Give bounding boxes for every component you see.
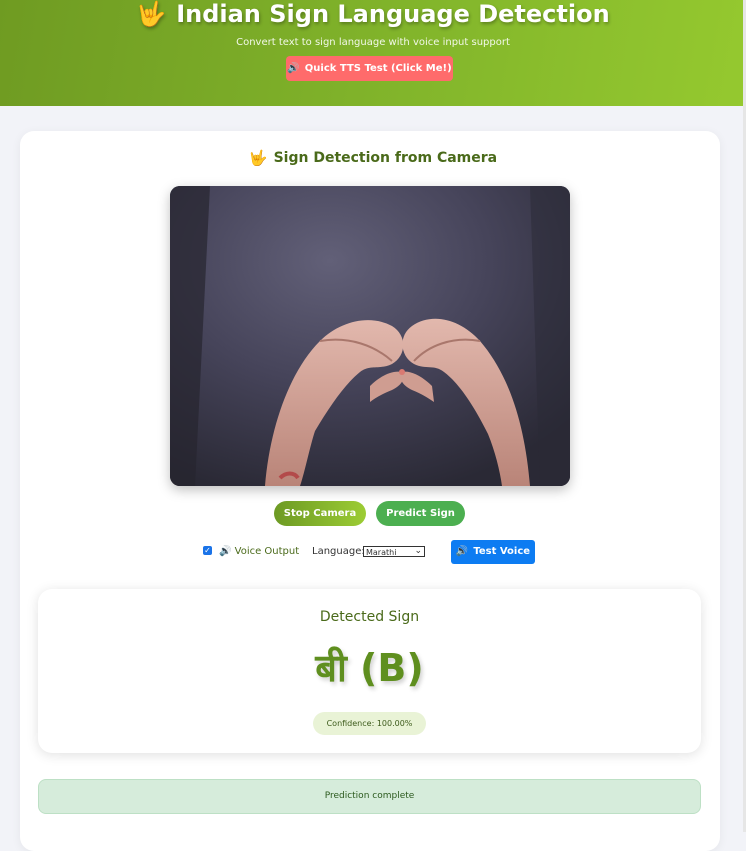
test-voice-button[interactable]: 🔊 Test Voice [451, 540, 535, 564]
voice-output-text: Voice Output [234, 546, 300, 557]
voice-controls: ✓ 🔊 Voice Output Language: Marathi ⌄ 🔊 T… [0, 540, 746, 564]
camera-feed [170, 186, 570, 486]
speaker-icon: 🔊 [287, 63, 300, 74]
detected-sign-value: बी (B) [315, 646, 424, 690]
camera-section-title-text: Sign Detection from Camera [273, 150, 498, 166]
stop-camera-button[interactable]: Stop Camera [274, 501, 366, 526]
detected-sign-label: Detected Sign [319, 609, 420, 625]
page-header: 🤟 Indian Sign Language Detection Convert… [0, 0, 746, 106]
page-subtitle: Convert text to sign language with voice… [236, 37, 510, 48]
camera-frame-image [170, 186, 570, 486]
quick-tts-test-button[interactable]: 🔊 Quick TTS Test (Click Me!) [286, 56, 453, 81]
sign-hand-icon: 🤟 [248, 148, 268, 167]
page-title-text: Indian Sign Language Detection [176, 0, 610, 28]
language-select[interactable]: Marathi ⌄ [363, 546, 425, 557]
confidence-badge: Confidence: 100.00% [313, 712, 426, 735]
language-selected-value: Marathi [366, 548, 397, 557]
camera-section-title: 🤟 Sign Detection from Camera [0, 150, 746, 166]
quick-tts-test-label: Quick TTS Test (Click Me!) [304, 63, 452, 74]
speaker-icon: 🔊 [455, 546, 469, 557]
chevron-down-icon: ⌄ [414, 546, 422, 556]
voice-output-checkbox[interactable]: ✓ [203, 546, 212, 555]
voice-output-label[interactable]: 🔊 Voice Output [219, 546, 299, 558]
test-voice-label: Test Voice [473, 546, 531, 557]
language-label: Language: [312, 546, 365, 557]
predict-sign-button[interactable]: Predict Sign [376, 501, 465, 526]
page-title: 🤟 Indian Sign Language Detection [0, 0, 746, 28]
status-message: Prediction complete [38, 779, 701, 814]
result-card: Detected Sign बी (B) Confidence: 100.00% [38, 589, 701, 753]
speaker-icon: 🔊 [219, 546, 232, 557]
sign-hand-icon: 🤟 [136, 0, 167, 28]
